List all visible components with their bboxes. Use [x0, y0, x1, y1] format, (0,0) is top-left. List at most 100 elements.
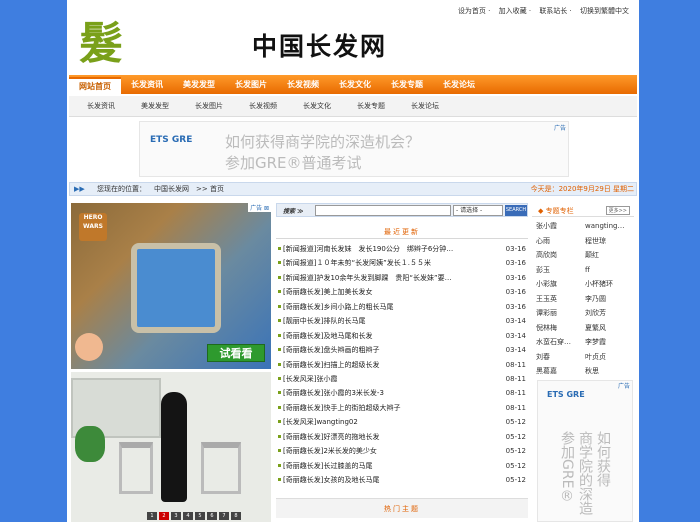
list-item-title[interactable]: [奇丽趣长发]快手上的街拍超级大辫子 — [283, 401, 400, 415]
list-item-title[interactable]: [奇丽趣长发]扫描上的超级长发 — [283, 358, 379, 372]
star-name-link[interactable]: 小杯猪环 — [585, 277, 634, 292]
list-item[interactable]: [奇丽趣长发]好漂亮的拖地长发 05-12 — [276, 430, 528, 444]
bullet-icon — [278, 391, 281, 395]
star-name-link[interactable]: 秋思 — [585, 364, 634, 379]
set-homepage-link[interactable]: 设为首页 — [458, 7, 486, 15]
star-name-link[interactable]: 李乃圆 — [585, 292, 634, 307]
search-button[interactable]: SEARCH — [505, 205, 527, 216]
nav-item-styles[interactable]: 美发发型 — [173, 79, 225, 90]
slide-page-button[interactable]: 1 — [147, 512, 157, 520]
star-name-link[interactable]: ff — [585, 263, 634, 278]
nav-item-news[interactable]: 长发资讯 — [121, 79, 173, 90]
list-item-title[interactable]: [奇丽趣长发]美上加美长发女 — [283, 285, 372, 299]
subnav-item-styles[interactable]: 美发发型 — [141, 101, 169, 111]
star-name-link[interactable]: 程世琼 — [585, 234, 634, 249]
list-item-title[interactable]: [奇丽趣长发]张小霞的3米长发-3 — [283, 386, 384, 400]
subnav-item-videos[interactable]: 长发视频 — [249, 101, 277, 111]
try-it-button[interactable]: 试看看 — [207, 344, 265, 362]
ad-close-icon[interactable]: 广告 ⊠ — [248, 203, 271, 212]
slide-page-button[interactable]: 8 — [231, 512, 241, 520]
subnav-item-forum[interactable]: 长发论坛 — [411, 101, 439, 111]
list-item-date: 05-12 — [505, 418, 526, 427]
side-ad[interactable]: ETS GRE 广告 如何获得 商学院的深造 参加GRE® — [537, 380, 633, 522]
list-item[interactable]: [新闻报道]护发10余年头发到脚踝 贵阳“长发妹”要… 03-16 — [276, 271, 528, 285]
breadcrumb-site-link[interactable]: 中国长发网 — [154, 183, 189, 195]
list-item-title[interactable]: [奇丽趣长发]乡间小路上的粗长马尾 — [283, 300, 393, 314]
more-link[interactable]: 更多>> — [605, 206, 630, 215]
list-item[interactable]: [奇丽趣长发]快手上的街拍超级大辫子 08-11 — [276, 401, 528, 415]
list-item[interactable]: [靓丽中长发]排队的长马尾 03-14 — [276, 314, 528, 328]
list-item[interactable]: [奇丽趣长发]乡间小路上的粗长马尾 03-16 — [276, 300, 528, 314]
subnav-item-topics[interactable]: 长发专题 — [357, 101, 385, 111]
list-item[interactable]: [新闻报道]１０年未剪“长发阿姨”发长１.５５米 03-16 — [276, 256, 528, 270]
nav-item-pictures[interactable]: 长发图片 — [225, 79, 277, 90]
list-item-title[interactable]: [奇丽趣长发]长过膝盖的马尾 — [283, 459, 372, 473]
list-item[interactable]: [长发风采]张小霞 08-11 — [276, 372, 528, 386]
star-name-link[interactable]: 倪林梅 — [536, 321, 585, 336]
star-name-link[interactable]: 张小霞 — [536, 219, 585, 234]
list-item[interactable]: [奇丽趣长发]张小霞的3米长发-3 08-11 — [276, 386, 528, 400]
star-name-link[interactable]: 水蛮石穿… — [536, 335, 585, 350]
slide-page-button[interactable]: 4 — [183, 512, 193, 520]
list-item[interactable]: [奇丽趣长发]美上加美长发女 03-16 — [276, 285, 528, 299]
list-item-title[interactable]: [奇丽趣长发]及地马尾和长发 — [283, 329, 372, 343]
star-name-link[interactable]: 小彩旗 — [536, 277, 585, 292]
list-item-date: 05-12 — [505, 476, 526, 484]
list-item-title[interactable]: [奇丽趣长发]盘头辫画的粗辫子 — [283, 343, 379, 357]
nav-item-topics[interactable]: 长发专题 — [381, 79, 433, 90]
slide-page-button[interactable]: 5 — [195, 512, 205, 520]
star-name-link[interactable]: 颠红 — [585, 248, 634, 263]
subnav-item-news[interactable]: 长发资讯 — [87, 101, 115, 111]
list-item[interactable]: [新闻报道]河南长发妹 发长190公分 绑辫子6分钟… 03-16 — [276, 242, 528, 256]
star-name-link[interactable]: 谭彩丽 — [536, 306, 585, 321]
slide-page-button[interactable]: 7 — [219, 512, 229, 520]
latest-updates-list: [新闻报道]河南长发妹 发长190公分 绑辫子6分钟… 03-16 [新闻报道]１０… — [276, 242, 528, 487]
search-input[interactable] — [315, 205, 451, 216]
slide-page-button[interactable]: 6 — [207, 512, 217, 520]
list-item-title[interactable]: [长发风采]张小霞 — [283, 372, 337, 386]
chair-shape — [201, 442, 241, 494]
star-name-link[interactable]: 心雨 — [536, 234, 585, 249]
star-name-link[interactable]: 夏繁风 — [585, 321, 634, 336]
list-item-title[interactable]: [奇丽趣长发]好漂亮的拖地长发 — [283, 430, 379, 444]
subnav-item-culture[interactable]: 长发文化 — [303, 101, 331, 111]
site-logo[interactable]: 髮 — [73, 18, 129, 70]
list-item[interactable]: [奇丽趣长发]扫描上的超级长发 08-11 — [276, 358, 528, 372]
list-item-title[interactable]: [长发风采]wangting02 — [283, 415, 358, 429]
list-item-title[interactable]: [新闻报道]护发10余年头发到脚踝 贵阳“长发妹”要… — [283, 271, 452, 285]
nav-item-home[interactable]: 网站首页 — [69, 77, 121, 94]
list-item[interactable]: [奇丽趣长发]盘头辫画的粗辫子 03-14 — [276, 343, 528, 357]
list-item-title[interactable]: [奇丽趣长发]2米长发的美少女 — [283, 444, 377, 458]
star-name-link[interactable]: 彭玉 — [536, 263, 585, 278]
list-item[interactable]: [奇丽趣长发]及地马尾和长发 03-14 — [276, 329, 528, 343]
traditional-chinese-link[interactable]: 切换到繁體中文 — [580, 7, 629, 15]
photo-slideshow[interactable]: 1 2 3 4 5 6 7 8 — [71, 372, 271, 522]
nav-item-forum[interactable]: 长发论坛 — [433, 79, 485, 90]
slide-page-button[interactable]: 3 — [171, 512, 181, 520]
game-ad[interactable]: HERO WARS 试看看 广告 ⊠ — [71, 203, 271, 369]
star-name-link[interactable]: 王玉英 — [536, 292, 585, 307]
star-name-link[interactable]: 高欣岗 — [536, 248, 585, 263]
list-item-title[interactable]: [新闻报道]１０年未剪“长发阿姨”发长１.５５米 — [283, 256, 431, 270]
add-favorite-link[interactable]: 加入收藏 — [499, 7, 527, 15]
list-item[interactable]: [奇丽趣长发]长过膝盖的马尾 05-12 — [276, 459, 528, 473]
slide-page-button-active[interactable]: 2 — [159, 512, 169, 520]
subnav-item-pictures[interactable]: 长发图片 — [195, 101, 223, 111]
star-name-link[interactable]: 刘欣芳 — [585, 306, 634, 321]
star-name-link[interactable]: 叶贞贞 — [585, 350, 634, 365]
star-name-link[interactable]: 刘春 — [536, 350, 585, 365]
star-name-link[interactable]: wangting… — [585, 219, 634, 234]
nav-item-culture[interactable]: 长发文化 — [329, 79, 381, 90]
nav-item-videos[interactable]: 长发视频 — [277, 79, 329, 90]
list-item-title[interactable]: [奇丽趣长发]女孩的及地长马尾 — [283, 473, 379, 487]
search-category-select[interactable]: - 请选择 - — [453, 205, 503, 216]
contact-admin-link[interactable]: 联系站长 — [539, 7, 567, 15]
star-name-link[interactable]: 李梦霞 — [585, 335, 634, 350]
list-item-title[interactable]: [新闻报道]河南长发妹 发长190公分 绑辫子6分钟… — [283, 242, 453, 256]
list-item[interactable]: [长发风采]wangting02 05-12 — [276, 415, 528, 429]
list-item-title[interactable]: [靓丽中长发]排队的长马尾 — [283, 314, 365, 328]
banner-ad[interactable]: ETS GRE 如何获得商学院的深造机会？ 参加GRE®普通考试 广告 — [139, 121, 569, 177]
list-item[interactable]: [奇丽趣长发]女孩的及地长马尾 05-12 — [276, 473, 528, 487]
list-item[interactable]: [奇丽趣长发]2米长发的美少女 05-12 — [276, 444, 528, 458]
star-name-link[interactable]: 黑葛嘉 — [536, 364, 585, 379]
